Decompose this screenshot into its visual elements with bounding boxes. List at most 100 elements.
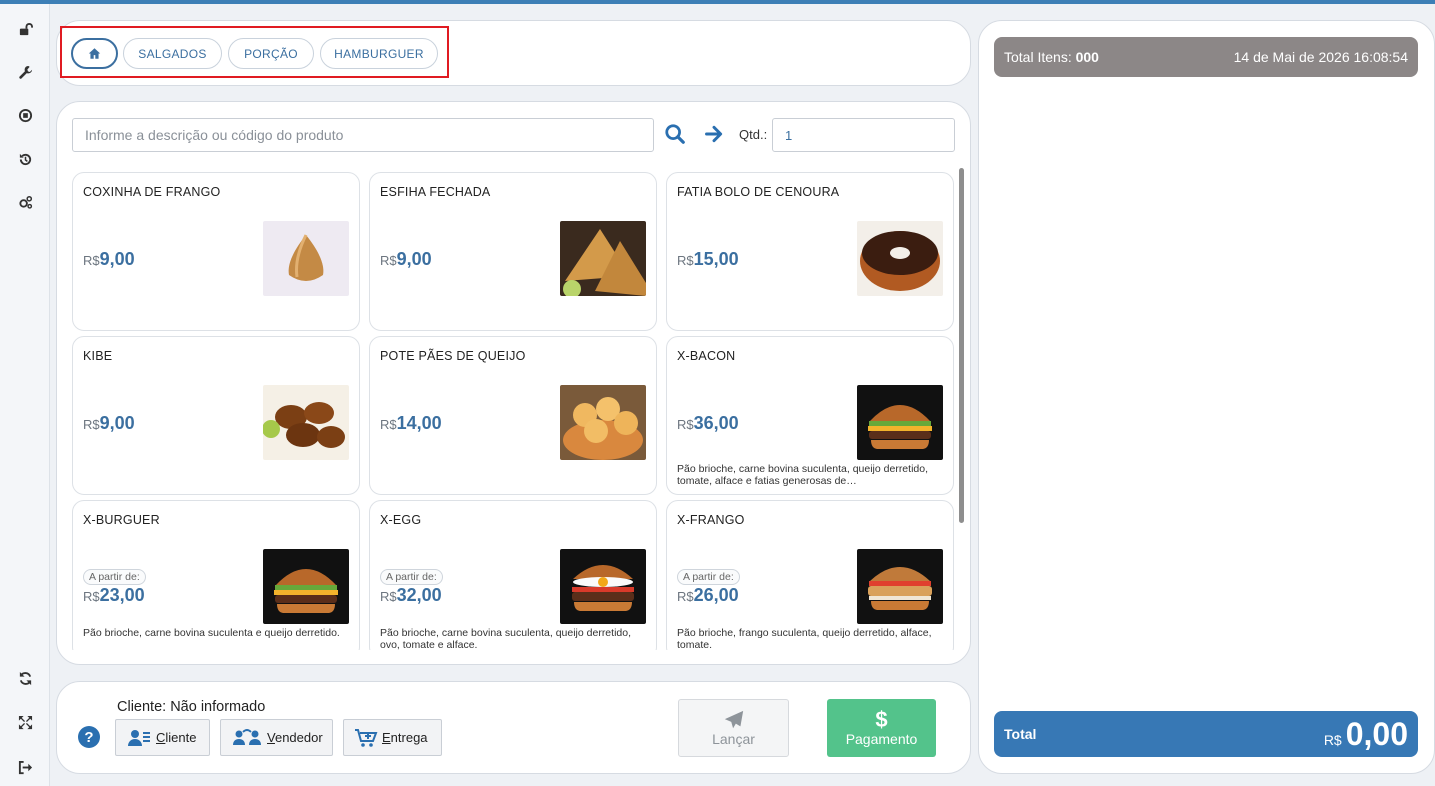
product-price: R$15,00: [677, 249, 739, 270]
product-name: COXINHA DE FRANGO: [83, 185, 221, 199]
search-input[interactable]: [72, 118, 654, 152]
price-from-badge: A partir de:: [380, 569, 443, 585]
product-price: R$26,00: [677, 585, 739, 606]
product-card[interactable]: POTE PÃES DE QUEIJO R$14,00: [369, 336, 657, 495]
product-grid: COXINHA DE FRANGO R$9,00 ESFIHA FECHADA R$9…: [70, 170, 956, 650]
top-accent-bar: [0, 0, 1435, 4]
price-value: 36,00: [693, 413, 739, 433]
vendedor-button[interactable]: Vendedor: [220, 719, 333, 756]
price-from-badge: A partir de:: [677, 569, 740, 585]
product-price: R$9,00: [380, 249, 432, 270]
lancar-button[interactable]: Lançar: [678, 699, 789, 757]
price-value: 9,00: [396, 249, 432, 269]
product-description: Pão brioche, carne bovina suculenta e qu…: [83, 627, 340, 639]
total-bar: Total R$ 0,00: [994, 711, 1418, 757]
product-name: X-BACON: [677, 349, 736, 363]
product-name: KIBE: [83, 349, 113, 363]
category-hamburguer[interactable]: HAMBURGUER: [320, 38, 438, 69]
product-card[interactable]: KIBE R$9,00: [72, 336, 360, 495]
paper-plane-icon: [724, 710, 743, 729]
cliente-button[interactable]: Cliente: [115, 719, 210, 756]
total-items-value: 000: [1075, 49, 1099, 65]
price-from-badge: A partir de:: [83, 569, 146, 585]
quantity-input[interactable]: [772, 118, 955, 152]
home-icon: [88, 48, 101, 59]
product-price: R$23,00: [83, 585, 145, 606]
product-card[interactable]: X-FRANGO A partir de: R$26,00 Pão brioche, …: [666, 500, 954, 650]
logout-icon[interactable]: [14, 756, 36, 778]
product-description: Pão brioche, carne bovina suculenta, que…: [380, 627, 631, 650]
lancar-label: Lançar: [712, 731, 755, 747]
product-description: Pão brioche, carne bovina suculenta, que…: [677, 463, 928, 487]
history-icon[interactable]: [14, 148, 36, 170]
price-currency: R$: [83, 417, 100, 432]
product-name: X-FRANGO: [677, 513, 745, 527]
search-icon[interactable]: [663, 122, 687, 146]
stop-circle-icon[interactable]: [14, 104, 36, 126]
entrega-button-accesskey: E: [382, 730, 391, 745]
product-image: [263, 385, 349, 460]
price-currency: R$: [380, 589, 397, 604]
pagamento-label: Pagamento: [845, 731, 918, 747]
product-price: R$9,00: [83, 249, 135, 270]
vendedor-button-label: endedor: [274, 730, 323, 745]
price-currency: R$: [677, 589, 694, 604]
product-card[interactable]: COXINHA DE FRANGO R$9,00: [72, 172, 360, 331]
product-name: X-EGG: [380, 513, 422, 527]
entrega-button-label: ntrega: [390, 730, 428, 745]
help-icon: ?: [84, 728, 94, 746]
fullscreen-icon[interactable]: [14, 711, 36, 733]
price-value: 26,00: [693, 585, 739, 605]
price-value: 14,00: [396, 413, 442, 433]
arrow-right-icon[interactable]: [703, 123, 725, 145]
price-value: 23,00: [99, 585, 145, 605]
category-porcao[interactable]: PORÇÃO: [228, 38, 314, 69]
product-grid-scrollbar[interactable]: [959, 168, 964, 523]
wrench-icon[interactable]: [14, 61, 36, 83]
total-items-label: Total Itens:: [1004, 49, 1072, 65]
category-salgados[interactable]: SALGADOS: [123, 38, 222, 69]
refresh-icon[interactable]: [14, 667, 36, 689]
product-image: [560, 385, 646, 460]
product-image: [857, 549, 943, 624]
price-currency: R$: [83, 589, 100, 604]
product-card[interactable]: FATIA BOLO DE CENOURA R$15,00: [666, 172, 954, 331]
product-price: R$9,00: [83, 413, 135, 434]
client-card-icon: [128, 729, 150, 746]
product-card[interactable]: ESFIHA FECHADA R$9,00: [369, 172, 657, 331]
total-value: 0,00: [1345, 715, 1408, 752]
cliente-status: Cliente: Não informado: [117, 699, 266, 715]
product-card[interactable]: X-EGG A partir de: R$32,00 Pão brioche, car…: [369, 500, 657, 650]
datetime: 14 de Mai de 2026 16:08:54: [1233, 49, 1408, 65]
product-name: POTE PÃES DE QUEIJO: [380, 349, 526, 363]
product-image: [560, 549, 646, 624]
cart-plus-icon: [355, 728, 378, 747]
price-value: 9,00: [99, 413, 135, 433]
product-price: R$14,00: [380, 413, 442, 434]
cliente-button-label: liente: [165, 730, 197, 745]
product-image: [560, 221, 646, 296]
qtd-label: Qtd.:: [739, 127, 768, 142]
dollar-icon: $: [875, 707, 888, 732]
seller-exchange-icon: [233, 728, 261, 745]
product-card[interactable]: X-BURGUER A partir de: R$23,00 Pão brioche,…: [72, 500, 360, 650]
product-card[interactable]: X-BACON R$36,00 Pão brioche, carne bovina …: [666, 336, 954, 495]
product-price: R$32,00: [380, 585, 442, 606]
product-description: Pão brioche, frango suculenta, queijo de…: [677, 627, 932, 650]
category-home-button[interactable]: [71, 38, 118, 69]
price-value: 9,00: [99, 249, 135, 269]
total-label: Total: [1004, 726, 1037, 742]
help-button[interactable]: ?: [78, 726, 100, 748]
total-currency: R$: [1323, 731, 1342, 748]
product-image: [857, 221, 943, 296]
gears-icon[interactable]: [14, 191, 36, 213]
vendedor-button-accesskey: V: [267, 730, 275, 745]
pagamento-button[interactable]: $ Pagamento: [827, 699, 936, 757]
price-value: 32,00: [396, 585, 442, 605]
product-image: [857, 385, 943, 460]
price-currency: R$: [677, 253, 694, 268]
order-summary-panel: [978, 20, 1435, 774]
price-currency: R$: [677, 417, 694, 432]
entrega-button[interactable]: Entrega: [343, 719, 442, 756]
unlock-icon[interactable]: [14, 18, 36, 40]
